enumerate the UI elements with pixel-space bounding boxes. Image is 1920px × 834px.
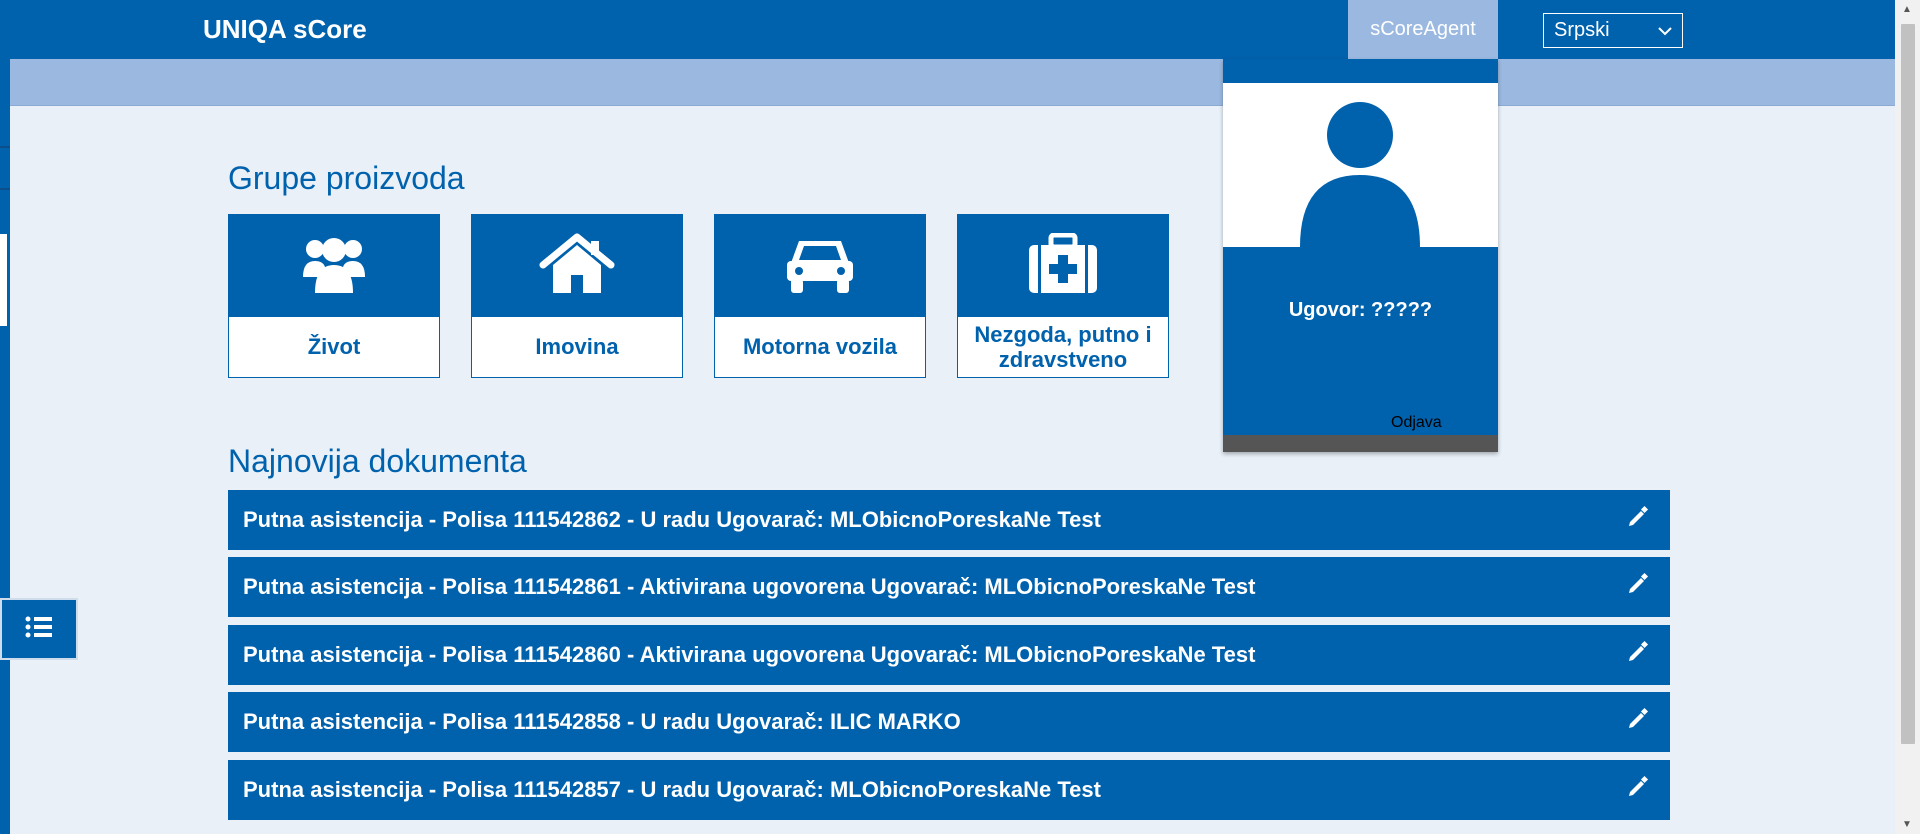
left-strip-divider <box>0 146 10 148</box>
logout-button[interactable]: Odjava <box>1391 414 1442 432</box>
chevron-down-icon <box>1658 23 1672 39</box>
agent-menu-tab[interactable]: sCoreAgent <box>1348 0 1498 59</box>
document-row-text: Putna asistencija - Polisa 111542860 - A… <box>243 642 1256 667</box>
sidebar-toggle-button[interactable] <box>0 598 78 660</box>
product-tile-label: Motorna vozila <box>742 334 897 360</box>
product-tile-label: Život <box>307 334 361 360</box>
edit-pencil-icon[interactable] <box>1626 640 1650 670</box>
edit-pencil-icon[interactable] <box>1626 707 1650 737</box>
document-row[interactable]: Putna asistencija - Polisa 111542858 - U… <box>228 692 1670 752</box>
document-row-text: Putna asistencija - Polisa 111542861 - A… <box>243 574 1256 599</box>
document-row[interactable]: Putna asistencija - Polisa 111542857 - U… <box>228 760 1670 820</box>
vertical-scrollbar[interactable]: ▲ ▼ <box>1895 0 1920 834</box>
product-tile-imovina[interactable]: Imovina <box>471 214 683 378</box>
product-tile-label: Imovina <box>535 334 619 360</box>
brand-title[interactable]: UNIQA sCore <box>203 14 367 45</box>
products-section-title: Grupe proizvoda <box>228 160 465 196</box>
product-tile-label: Nezgoda, putno i zdravstveno <box>974 321 1152 372</box>
profile-card-footer <box>1223 435 1498 452</box>
contract-label: Ugovor: ????? <box>1288 299 1433 321</box>
left-strip-panel <box>0 234 7 326</box>
document-row-text: Putna asistencija - Polisa 111542862 - U… <box>243 507 1101 532</box>
document-row[interactable]: Putna asistencija - Polisa 111542861 - A… <box>228 557 1670 617</box>
users-icon <box>301 233 367 300</box>
left-strip-divider <box>0 188 10 190</box>
edit-pencil-icon[interactable] <box>1626 775 1650 805</box>
language-select[interactable]: Srpski <box>1543 13 1683 48</box>
list-icon <box>24 615 54 644</box>
scroll-up-arrow-icon[interactable]: ▲ <box>1902 4 1912 15</box>
document-row-text: Putna asistencija - Polisa 111542857 - U… <box>243 777 1101 802</box>
product-tile-nezgoda[interactable]: Nezgoda, putno i zdravstveno <box>957 214 1169 378</box>
product-tile-motorna-vozila[interactable]: Motorna vozila <box>714 214 926 378</box>
scrollbar-thumb[interactable] <box>1901 24 1915 744</box>
user-avatar-icon <box>1300 102 1420 247</box>
house-icon <box>539 233 615 300</box>
car-icon <box>785 233 855 300</box>
edit-pencil-icon[interactable] <box>1626 572 1650 602</box>
avatar <box>1223 83 1498 247</box>
document-row-text: Putna asistencija - Polisa 111542858 - U… <box>243 709 961 734</box>
document-row[interactable]: Putna asistencija - Polisa 111542862 - U… <box>228 490 1670 550</box>
scroll-down-arrow-icon[interactable]: ▼ <box>1902 819 1912 830</box>
documents-section-title: Najnovija dokumenta <box>228 443 527 479</box>
product-tile-zivot[interactable]: Život <box>228 214 440 378</box>
language-selected-value: Srpski <box>1554 19 1610 41</box>
first-aid-kit-icon <box>1027 232 1099 300</box>
document-row[interactable]: Putna asistencija - Polisa 111542860 - A… <box>228 625 1670 685</box>
edit-pencil-icon[interactable] <box>1626 505 1650 535</box>
sub-navbar <box>10 59 1895 106</box>
profile-card: Ugovor: ????? <box>1223 59 1498 452</box>
left-edge-strip <box>0 0 10 834</box>
